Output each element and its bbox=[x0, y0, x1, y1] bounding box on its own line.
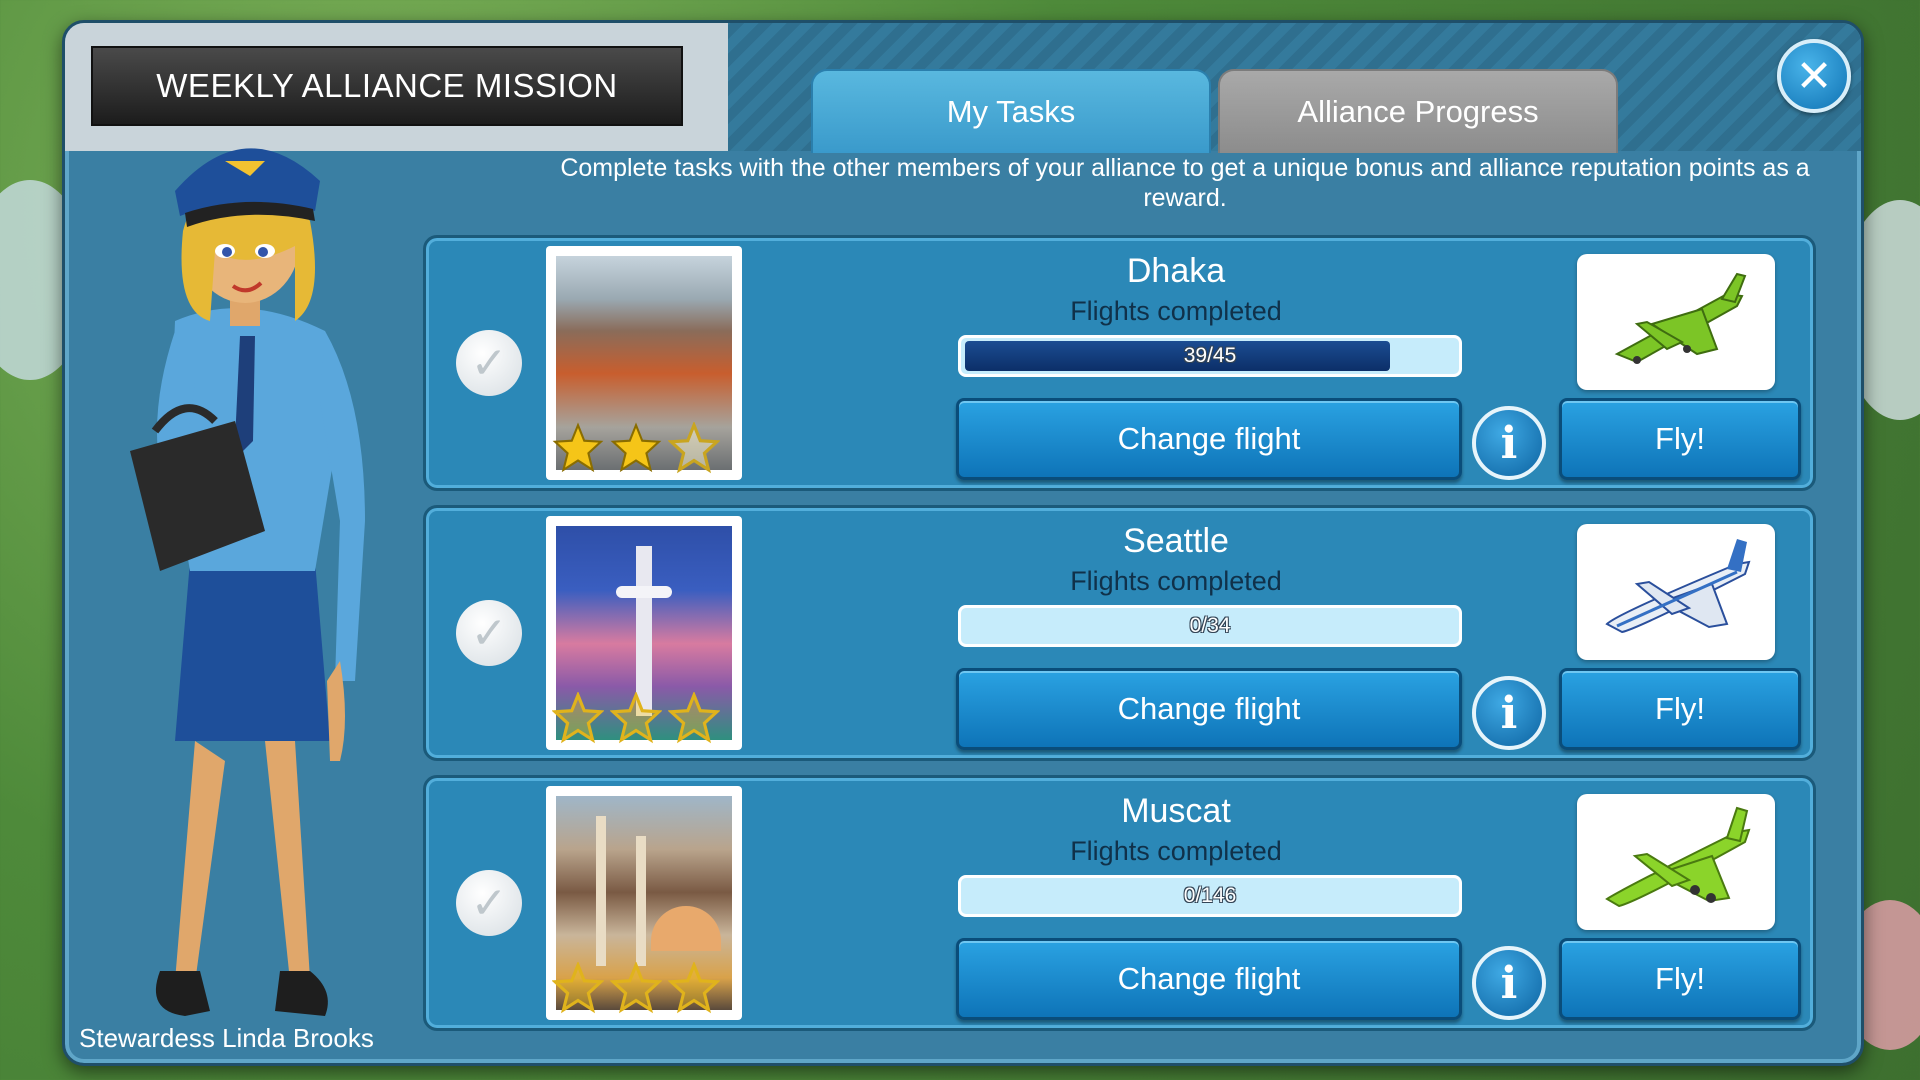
task-complete-checkbox[interactable]: ✓ bbox=[456, 330, 522, 396]
task-subtitle: Flights completed bbox=[1070, 296, 1282, 326]
star-icon bbox=[668, 962, 720, 1014]
star-icon bbox=[610, 962, 662, 1014]
task-card-seattle: ✓ Seattle Flights completed 0/34 Change … bbox=[423, 505, 1816, 761]
close-icon: ✕ bbox=[1795, 50, 1833, 102]
city-stamp bbox=[546, 786, 742, 1020]
alliance-mission-dialog: WEEKLY ALLIANCE MISSION My Tasks Allianc… bbox=[62, 20, 1864, 1066]
star-rating bbox=[552, 692, 720, 744]
minaret bbox=[636, 836, 646, 966]
star-icon bbox=[610, 422, 662, 473]
small-plane-icon bbox=[1614, 272, 1747, 364]
fly-button[interactable]: Fly! bbox=[1559, 398, 1801, 480]
stewardess-illustration bbox=[130, 148, 365, 1016]
task-complete-checkbox[interactable]: ✓ bbox=[456, 600, 522, 666]
tab-alliance-progress[interactable]: Alliance Progress bbox=[1218, 69, 1618, 153]
star-icon bbox=[552, 422, 604, 473]
star-icon bbox=[552, 962, 604, 1014]
checkmark-icon: ✓ bbox=[470, 877, 508, 929]
city-stamp bbox=[546, 246, 742, 480]
task-card-dhaka: ✓ Dhaka Flights completed 39/45 Change f… bbox=[423, 235, 1816, 491]
instructions-text: Complete tasks with the other members of… bbox=[560, 154, 1810, 212]
space-needle bbox=[636, 546, 652, 716]
task-subtitle: Flights completed bbox=[1070, 836, 1282, 866]
progress-bar: 39/45 bbox=[958, 335, 1462, 377]
city-name: Muscat bbox=[1121, 792, 1231, 830]
progress-text: 0/34 bbox=[1189, 614, 1231, 637]
task-card-muscat: ✓ Muscat Flights completed 0/146 Change … bbox=[423, 775, 1816, 1031]
jet-plane-icon bbox=[1605, 539, 1751, 634]
info-button[interactable]: i bbox=[1472, 406, 1546, 480]
star-icon bbox=[610, 692, 662, 744]
info-button[interactable]: i bbox=[1472, 946, 1546, 1020]
star-empty-icon bbox=[668, 422, 720, 474]
character-caption: Stewardess Linda Brooks bbox=[79, 1023, 374, 1053]
city-stamp bbox=[546, 516, 742, 750]
change-flight-button[interactable]: Change flight bbox=[956, 398, 1462, 480]
city-name: Seattle bbox=[1123, 522, 1229, 560]
airliner-icon bbox=[1605, 806, 1751, 908]
task-complete-checkbox[interactable]: ✓ bbox=[456, 870, 522, 936]
star-rating bbox=[552, 962, 720, 1014]
fly-button[interactable]: Fly! bbox=[1559, 668, 1801, 750]
aircraft-card bbox=[1577, 524, 1775, 660]
aircraft-card bbox=[1577, 794, 1775, 930]
change-flight-button[interactable]: Change flight bbox=[956, 668, 1462, 750]
aircraft-card bbox=[1577, 254, 1775, 390]
star-rating bbox=[552, 422, 720, 474]
minaret bbox=[596, 816, 606, 966]
fly-button[interactable]: Fly! bbox=[1559, 938, 1801, 1020]
close-button[interactable]: ✕ bbox=[1777, 39, 1851, 113]
progress-text: 39/45 bbox=[1183, 344, 1237, 367]
task-subtitle: Flights completed bbox=[1070, 566, 1282, 596]
dialog-title: WEEKLY ALLIANCE MISSION bbox=[91, 46, 683, 126]
tab-my-tasks[interactable]: My Tasks bbox=[811, 69, 1211, 153]
info-icon: i bbox=[1500, 687, 1518, 739]
info-button[interactable]: i bbox=[1472, 676, 1546, 750]
info-icon: i bbox=[1500, 957, 1518, 1009]
star-icon bbox=[668, 692, 720, 744]
progress-bar: 0/34 bbox=[958, 605, 1462, 647]
checkmark-icon: ✓ bbox=[470, 607, 508, 659]
mosque-dome bbox=[651, 906, 721, 951]
space-needle-top bbox=[616, 586, 672, 598]
checkmark-icon: ✓ bbox=[470, 337, 508, 389]
progress-text: 0/146 bbox=[1183, 884, 1237, 907]
info-icon: i bbox=[1500, 417, 1518, 469]
star-icon bbox=[552, 692, 604, 744]
change-flight-button[interactable]: Change flight bbox=[956, 938, 1462, 1020]
progress-bar: 0/146 bbox=[958, 875, 1462, 917]
city-name: Dhaka bbox=[1126, 252, 1226, 290]
